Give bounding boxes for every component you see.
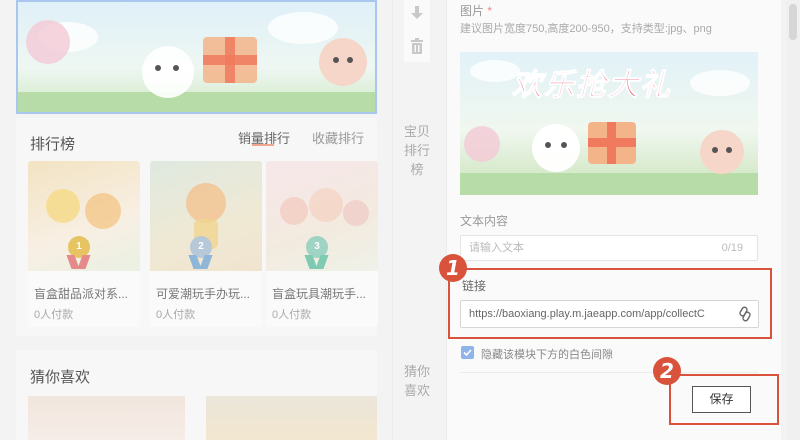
ranking-card[interactable]: 3 盲盒玩具潮玩手... 0人付款 — [266, 161, 378, 327]
paid-count: 0人付款 — [272, 309, 312, 321]
ranking-card[interactable]: 2 可爱潮玩手办玩... 0人付款 — [150, 161, 262, 327]
product-image[interactable] — [206, 396, 377, 440]
svg-text:1: 1 — [446, 256, 460, 280]
active-tab-underline — [252, 144, 274, 146]
move-down-icon[interactable] — [408, 4, 426, 22]
text-content-input[interactable]: 请输入文本 0/19 — [460, 235, 758, 261]
product-name: 可爱潮玩手办玩... — [156, 287, 251, 301]
banner-image-preview[interactable] — [16, 0, 377, 114]
ranking-title: 排行榜 — [30, 136, 76, 153]
banner-illustration — [26, 20, 367, 98]
text-input-placeholder: 请输入文本 — [469, 242, 524, 254]
product-image: 1 — [28, 161, 140, 271]
banner-image-upload[interactable]: 欢乐抢大礼 — [460, 52, 758, 195]
svg-text:2: 2 — [660, 359, 674, 383]
column-divider — [392, 0, 393, 440]
paid-count: 0人付款 — [34, 309, 74, 321]
step-2-badge: 2 — [653, 357, 681, 385]
module-label-guess[interactable]: 猜你喜欢 — [404, 362, 430, 440]
image-label-text: 图片 — [460, 4, 485, 18]
char-counter: 0/19 — [721, 242, 743, 254]
product-name: 盲盒玩具潮玩手... — [272, 287, 367, 301]
banner-illustration — [464, 122, 744, 174]
check-icon — [463, 349, 472, 357]
image-field-label: 图片 * — [460, 2, 492, 19]
delete-icon[interactable] — [408, 37, 426, 55]
guess-title: 猜你喜欢 — [30, 369, 91, 386]
ranking-module[interactable]: 排行榜 销量排行 收藏排行 1 盲盒甜品派对系... 0人付款 2 可爱潮玩手办… — [16, 118, 378, 336]
product-name: 盲盒甜品派对系... — [34, 287, 129, 301]
scrollbar-thumb[interactable] — [789, 4, 797, 40]
hide-gap-label[interactable]: 隐藏该模块下方的白色间隙 — [481, 346, 613, 362]
image-size-hint: 建议图片宽度750,高度200-950，支持类型:jpg、png — [460, 23, 712, 35]
scrollbar[interactable] — [786, 0, 800, 440]
link-icon[interactable] — [737, 306, 753, 322]
form-divider — [460, 372, 758, 373]
save-button[interactable]: 保存 — [692, 386, 751, 413]
required-mark: * — [487, 4, 493, 18]
step-1-badge: 1 — [439, 254, 467, 282]
module-label-ranking[interactable]: 宝贝排行榜 — [404, 122, 430, 218]
product-image: 2 — [150, 161, 262, 271]
text-content-label: 文本内容 — [460, 214, 509, 228]
hide-gap-checkbox[interactable] — [461, 346, 474, 359]
guess-you-like-module[interactable]: 猜你喜欢 — [16, 350, 377, 440]
ranking-card[interactable]: 1 盲盒甜品派对系... 0人付款 — [28, 161, 140, 327]
paid-count: 0人付款 — [156, 309, 196, 321]
link-input[interactable]: https://baoxiang.play.m.jaeapp.com/app/c… — [460, 300, 759, 328]
tab-favorites-ranking[interactable]: 收藏排行 — [312, 128, 364, 147]
product-image: 3 — [266, 161, 378, 271]
product-image[interactable] — [28, 396, 185, 440]
